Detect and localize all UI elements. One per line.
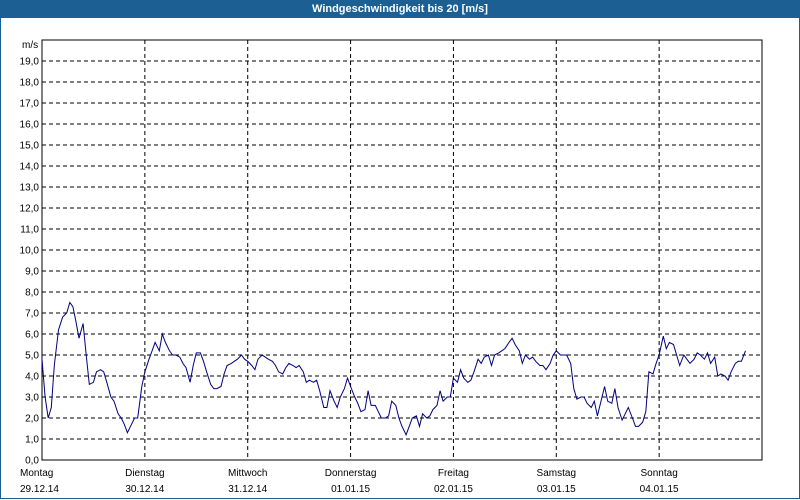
y-axis-label: m/s [22, 40, 38, 51]
y-tick-label: 8,0 [25, 288, 39, 299]
y-tick-label: 15,0 [20, 141, 40, 152]
x-axis-ticks: Montag 29.12.14 Dienstag 30.12.14 Mittwoch 31… [20, 468, 679, 495]
x-tick-date: 29.12.14 [20, 484, 59, 495]
x-tick-date: 03.01.15 [537, 484, 576, 495]
x-tick-date: 04.01.15 [640, 484, 679, 495]
y-tick-label: 2,0 [25, 414, 39, 425]
x-tick-day-name: Donnerstag [325, 468, 377, 479]
x-tick-day-name: Dienstag [125, 468, 164, 479]
x-tick-day-name: Freitag [438, 468, 469, 479]
y-tick-label: 12,0 [20, 204, 40, 215]
y-axis-ticks: 0,0 1,0 2,0 3,0 4,0 5,0 6,0 7,0 8,0 9,0 10,0 11,0 12… [20, 57, 40, 467]
x-tick-day-name: Samstag [537, 468, 576, 479]
y-tick-label: 16,0 [20, 120, 40, 131]
y-tick-label: 1,0 [25, 435, 39, 446]
y-tick-label: 17,0 [20, 99, 40, 110]
y-tick-label: 14,0 [20, 162, 40, 173]
series-line-wind-speed [41, 301, 746, 437]
x-tick-day-name: Sonntag [641, 468, 678, 479]
y-tick-label: 6,0 [25, 330, 39, 341]
x-tick-day-name: Mittwoch [228, 468, 267, 479]
y-tick-label: 11,0 [20, 225, 39, 236]
series-group [41, 301, 746, 437]
y-tick-label: 4,0 [25, 372, 39, 383]
y-tick-label: 5,0 [25, 351, 39, 362]
grid [42, 40, 762, 460]
y-tick-label: 7,0 [25, 309, 39, 320]
x-tick-day-name: Montag [20, 468, 53, 479]
y-tick-label: 0,0 [25, 456, 39, 467]
y-tick-label: 3,0 [25, 393, 39, 404]
y-tick-label: 9,0 [25, 267, 39, 278]
y-tick-label: 10,0 [20, 246, 40, 257]
x-tick-date: 31.12.14 [228, 484, 267, 495]
x-tick-date: 02.01.15 [434, 484, 473, 495]
x-tick-date: 01.01.15 [331, 484, 370, 495]
wind-speed-chart: m/s 0,0 1,0 2,0 3,0 4,0 5,0 6,0 7,0 8,0 9,0 10,0 11… [20, 39, 763, 495]
y-tick-label: 19,0 [20, 57, 40, 68]
x-tick-date: 30.12.14 [125, 484, 164, 495]
y-tick-label: 18,0 [20, 78, 40, 89]
y-tick-label: 13,0 [20, 183, 40, 194]
